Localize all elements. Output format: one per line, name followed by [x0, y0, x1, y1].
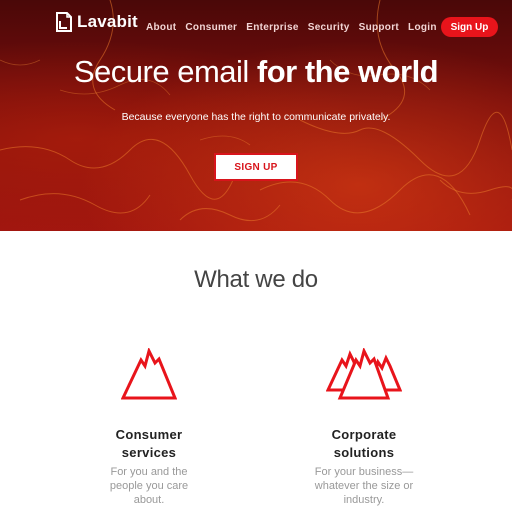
- nav-item-consumer[interactable]: Consumer: [185, 22, 237, 33]
- top-nav: About Consumer Enterprise Security Suppo…: [146, 22, 446, 33]
- hero-headline: Secure email for the world: [0, 54, 512, 90]
- nav-item-enterprise[interactable]: Enterprise: [246, 22, 298, 33]
- document-logo-icon: [56, 12, 72, 32]
- nav-item-security[interactable]: Security: [308, 22, 350, 33]
- feature-title-line: solutions: [333, 445, 395, 460]
- feature-title: Consumer services: [74, 426, 224, 462]
- headline-light: Secure email: [73, 54, 257, 89]
- feature-desc-line: whatever the size or: [314, 480, 414, 492]
- nav-item-about[interactable]: About: [146, 22, 176, 33]
- hero-signup-button[interactable]: SIGN UP: [214, 153, 298, 181]
- feature-title-line: Consumer: [115, 427, 183, 442]
- single-mountain-icon: [121, 348, 177, 400]
- hero-banner: Lavabit About Consumer Enterprise Securi…: [0, 0, 512, 231]
- nav-item-support[interactable]: Support: [359, 22, 399, 33]
- brand-name: Lavabit: [77, 12, 138, 31]
- feature-corporate: Corporate solutions For your business— w…: [289, 348, 439, 507]
- feature-title-line: Corporate: [331, 427, 397, 442]
- nav-signup-button[interactable]: Sign Up: [441, 17, 498, 37]
- feature-title: Corporate solutions: [289, 426, 439, 462]
- mountain-range-icon: [326, 348, 402, 400]
- feature-desc-line: about.: [133, 494, 165, 506]
- section-title: What we do: [194, 266, 318, 293]
- feature-consumer: Consumer services For you and the people…: [74, 348, 224, 507]
- feature-desc-line: For you and the: [110, 466, 188, 478]
- hero-tagline: Because everyone has the right to commun…: [121, 111, 391, 123]
- feature-desc-line: people you care: [109, 480, 189, 492]
- feature-desc-line: For your business—: [314, 466, 414, 478]
- feature-desc-line: industry.: [343, 494, 385, 506]
- feature-description: For you and the people you care about.: [74, 465, 224, 507]
- brand-logo[interactable]: Lavabit: [56, 12, 138, 32]
- feature-description: For your business— whatever the size or …: [289, 465, 439, 507]
- headline-bold: for the world: [256, 54, 439, 89]
- nav-item-login[interactable]: Login: [408, 22, 437, 33]
- feature-title-line: services: [121, 445, 177, 460]
